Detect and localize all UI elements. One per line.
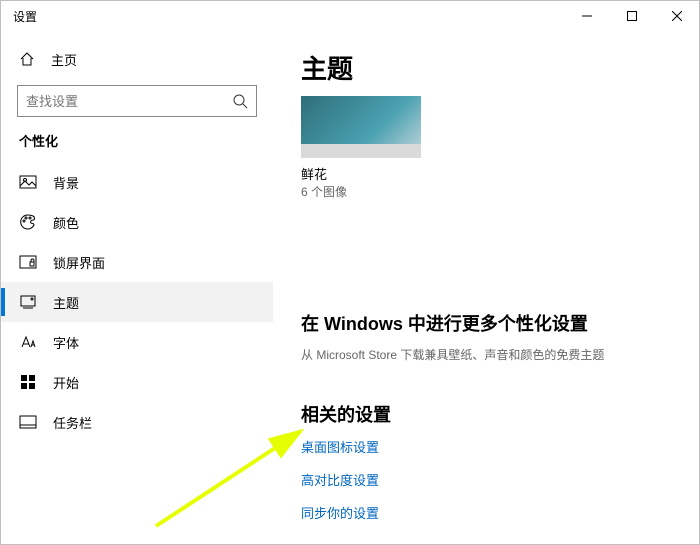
sidebar-item-colors[interactable]: 颜色 xyxy=(1,202,273,242)
maximize-button[interactable] xyxy=(609,1,654,31)
link-desktop-icon-settings[interactable]: 桌面图标设置 xyxy=(301,437,699,456)
theme-thumbnail[interactable] xyxy=(301,96,421,158)
theme-image-count: 6 个图像 xyxy=(301,183,699,200)
sidebar-item-label: 任务栏 xyxy=(53,413,92,432)
titlebar: 设置 xyxy=(1,1,699,31)
taskbar-icon xyxy=(19,413,37,431)
minimize-button[interactable] xyxy=(564,1,609,31)
main-content: 主题 鲜花 6 个图像 在 Windows 中进行更多个性化设置 从 Micro… xyxy=(273,31,699,544)
close-icon xyxy=(672,11,682,21)
sidebar-item-lockscreen[interactable]: 锁屏界面 xyxy=(1,242,273,282)
themes-icon xyxy=(19,293,37,311)
sidebar-item-label: 颜色 xyxy=(53,213,79,232)
sidebar-item-label: 开始 xyxy=(53,373,79,392)
close-button[interactable] xyxy=(654,1,699,31)
sidebar-item-themes[interactable]: 主题 xyxy=(1,282,273,322)
palette-icon xyxy=(19,213,37,231)
sidebar-item-label: 字体 xyxy=(53,333,79,352)
search-box[interactable] xyxy=(17,85,257,117)
search-container xyxy=(1,77,273,131)
sidebar-item-label: 背景 xyxy=(53,173,79,192)
page-title: 主题 xyxy=(301,49,699,86)
fonts-icon xyxy=(19,333,37,351)
sidebar-section-title: 个性化 xyxy=(1,131,273,162)
home-label: 主页 xyxy=(51,50,77,69)
lockscreen-icon xyxy=(19,253,37,271)
link-sync-settings[interactable]: 同步你的设置 xyxy=(301,503,699,522)
maximize-icon xyxy=(627,11,637,21)
sidebar-item-fonts[interactable]: 字体 xyxy=(1,322,273,362)
sidebar-item-taskbar[interactable]: 任务栏 xyxy=(1,402,273,442)
color-wheel-icon xyxy=(405,144,417,156)
sidebar-item-background[interactable]: 背景 xyxy=(1,162,273,202)
sidebar-item-label: 锁屏界面 xyxy=(53,253,105,272)
start-icon xyxy=(19,373,37,391)
link-high-contrast-settings[interactable]: 高对比度设置 xyxy=(301,470,699,489)
home-button[interactable]: 主页 xyxy=(1,41,273,77)
window-title: 设置 xyxy=(13,8,37,25)
settings-window: 设置 主页 xyxy=(0,0,700,545)
sidebar-item-label: 主题 xyxy=(53,293,79,312)
sidebar: 主页 个性化 背景 xyxy=(1,31,273,544)
more-personalization-desc: 从 Microsoft Store 下载兼具壁纸、声音和颜色的免费主题 xyxy=(301,346,699,363)
related-settings-heading: 相关的设置 xyxy=(301,401,699,427)
sidebar-item-start[interactable]: 开始 xyxy=(1,362,273,402)
picture-icon xyxy=(19,173,37,191)
search-input[interactable] xyxy=(26,94,232,109)
minimize-icon xyxy=(582,11,592,21)
search-icon xyxy=(232,93,248,109)
home-icon xyxy=(19,51,35,67)
more-personalization-heading: 在 Windows 中进行更多个性化设置 xyxy=(301,310,699,336)
theme-name: 鲜花 xyxy=(301,164,699,183)
